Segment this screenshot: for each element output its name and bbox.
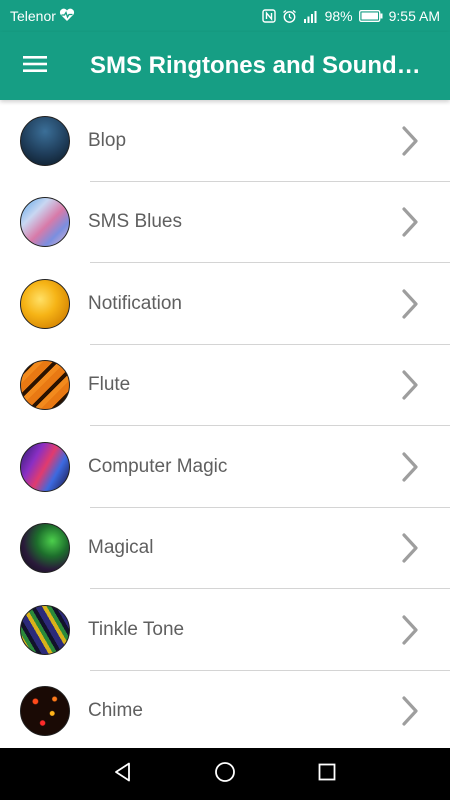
heart-monitor-icon [59, 8, 75, 25]
ringtone-thumbnail [20, 360, 70, 411]
ringtone-label: Computer Magic [88, 455, 228, 477]
chevron-right-icon [390, 528, 430, 568]
chevron-right-icon [390, 691, 430, 731]
list-item-notification[interactable]: Notification [0, 263, 450, 345]
ringtone-thumbnail [20, 523, 70, 574]
back-triangle-icon [112, 761, 134, 788]
list-item-tinkle-tone[interactable]: Tinkle Tone [0, 589, 450, 671]
chevron-right-icon [390, 202, 430, 242]
ringtone-label: Notification [88, 292, 182, 314]
ringtone-label: Magical [88, 537, 154, 559]
chevron-right-icon [390, 447, 430, 487]
ringtone-label: Tinkle Tone [88, 618, 185, 640]
home-circle-icon [214, 761, 236, 788]
list-item-sms-blues[interactable]: SMS Blues [0, 182, 450, 264]
list-item-magical[interactable]: Magical [0, 508, 450, 590]
ringtone-thumbnail [20, 197, 70, 248]
battery-percent: 98% [324, 8, 353, 24]
ringtone-thumbnail [20, 278, 70, 329]
chevron-right-icon [390, 284, 430, 324]
ringtone-label: Blop [88, 129, 127, 151]
ringtone-list: Blop SMS Blues Notification Flute Comput… [0, 100, 450, 748]
battery-icon [358, 10, 383, 22]
back-button[interactable] [111, 762, 135, 786]
app-bar: SMS Ringtones and Sounds f... [0, 32, 450, 100]
ringtone-thumbnail [20, 115, 70, 166]
nfc-icon [261, 9, 276, 23]
chevron-right-icon [390, 121, 430, 161]
home-button[interactable] [213, 761, 237, 788]
hamburger-icon [22, 54, 48, 79]
list-item-chime[interactable]: Chime [0, 671, 450, 749]
list-item-blop[interactable]: Blop [0, 100, 450, 182]
list-item-computer-magic[interactable]: Computer Magic [0, 426, 450, 508]
recents-square-icon [317, 762, 337, 787]
clock-time: 9:55 AM [388, 8, 440, 24]
ringtone-thumbnail [20, 686, 70, 737]
recents-button[interactable] [315, 762, 339, 786]
screen: Telenor 98% 9:55 AM SMS Ringtones and So… [0, 0, 450, 800]
status-left: Telenor [10, 8, 75, 25]
signal-icon [303, 10, 319, 23]
menu-button[interactable] [0, 32, 70, 100]
alarm-icon [282, 9, 297, 24]
chevron-right-icon [390, 610, 430, 650]
ringtone-label: SMS Blues [88, 211, 182, 233]
navigation-bar [0, 748, 450, 800]
list-item-flute[interactable]: Flute [0, 345, 450, 427]
status-right: 98% 9:55 AM [261, 8, 440, 24]
ringtone-thumbnail [20, 441, 70, 492]
app-title: SMS Ringtones and Sounds f... [90, 52, 432, 79]
carrier-name: Telenor [10, 8, 56, 24]
ringtone-label: Chime [88, 700, 143, 722]
ringtone-label: Flute [88, 374, 131, 396]
ringtone-thumbnail [20, 604, 70, 655]
chevron-right-icon [390, 365, 430, 405]
status-bar: Telenor 98% 9:55 AM [0, 0, 450, 32]
